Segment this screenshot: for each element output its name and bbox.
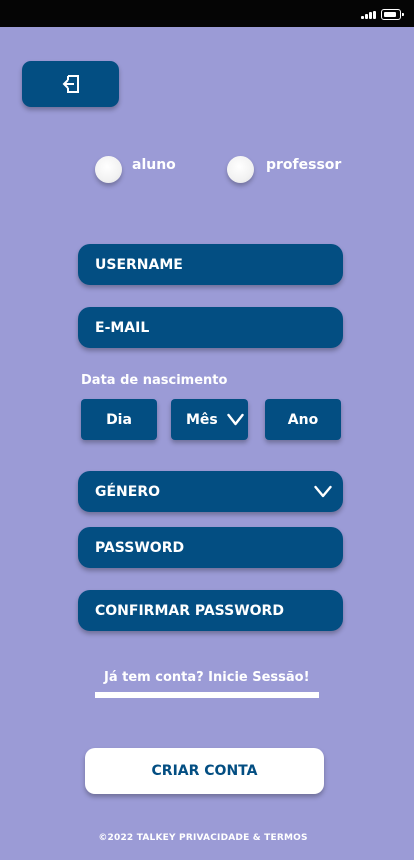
birthdate-month-select[interactable]: Mês <box>171 399 248 440</box>
username-label: USERNAME <box>95 256 183 273</box>
login-link-underline <box>95 692 319 698</box>
create-account-label: CRIAR CONTA <box>151 763 258 779</box>
chevron-down-icon <box>227 413 244 426</box>
chevron-down-icon <box>314 485 332 498</box>
birthdate-month-label: Mês <box>186 411 218 428</box>
gender-select[interactable]: GÉNERO <box>78 471 343 512</box>
gender-label: GÉNERO <box>95 483 161 500</box>
login-link[interactable]: Já tem conta? Inicie Sessão! <box>104 670 310 685</box>
birthdate-label: Data de nascimento <box>81 373 228 388</box>
email-label: E-MAIL <box>95 319 150 336</box>
status-bar <box>0 0 414 27</box>
create-account-button[interactable]: CRIAR CONTA <box>85 748 324 794</box>
birthdate-year-field[interactable]: Ano <box>265 399 341 440</box>
confirm-password-label: CONFIRMAR PASSWORD <box>95 602 284 619</box>
signal-bars-icon <box>361 11 379 19</box>
birthdate-day-label: Dia <box>106 411 132 428</box>
radio-aluno-label: aluno <box>132 157 176 173</box>
battery-icon <box>381 9 404 20</box>
username-field[interactable]: USERNAME <box>78 244 343 285</box>
birthdate-year-label: Ano <box>287 411 319 428</box>
password-field[interactable]: PASSWORD <box>78 527 343 568</box>
radio-professor-label: professor <box>266 157 342 173</box>
back-button[interactable] <box>22 61 119 107</box>
radio-professor[interactable]: professor <box>227 155 341 183</box>
confirm-password-field[interactable]: CONFIRMAR PASSWORD <box>78 590 343 631</box>
email-field[interactable]: E-MAIL <box>78 307 343 348</box>
birthdate-day-field[interactable]: Dia <box>81 399 157 440</box>
radio-aluno[interactable]: aluno <box>95 155 176 183</box>
radio-professor-circle[interactable] <box>227 155 254 183</box>
radio-aluno-circle[interactable] <box>95 155 122 183</box>
footer-text[interactable]: ©2022 TALKEY PRIVACIDADE & TERMOS <box>98 833 307 843</box>
password-label: PASSWORD <box>95 539 185 556</box>
footer: ©2022 TALKEY PRIVACIDADE & TERMOS <box>0 833 414 843</box>
exit-arrow-icon <box>62 75 79 93</box>
